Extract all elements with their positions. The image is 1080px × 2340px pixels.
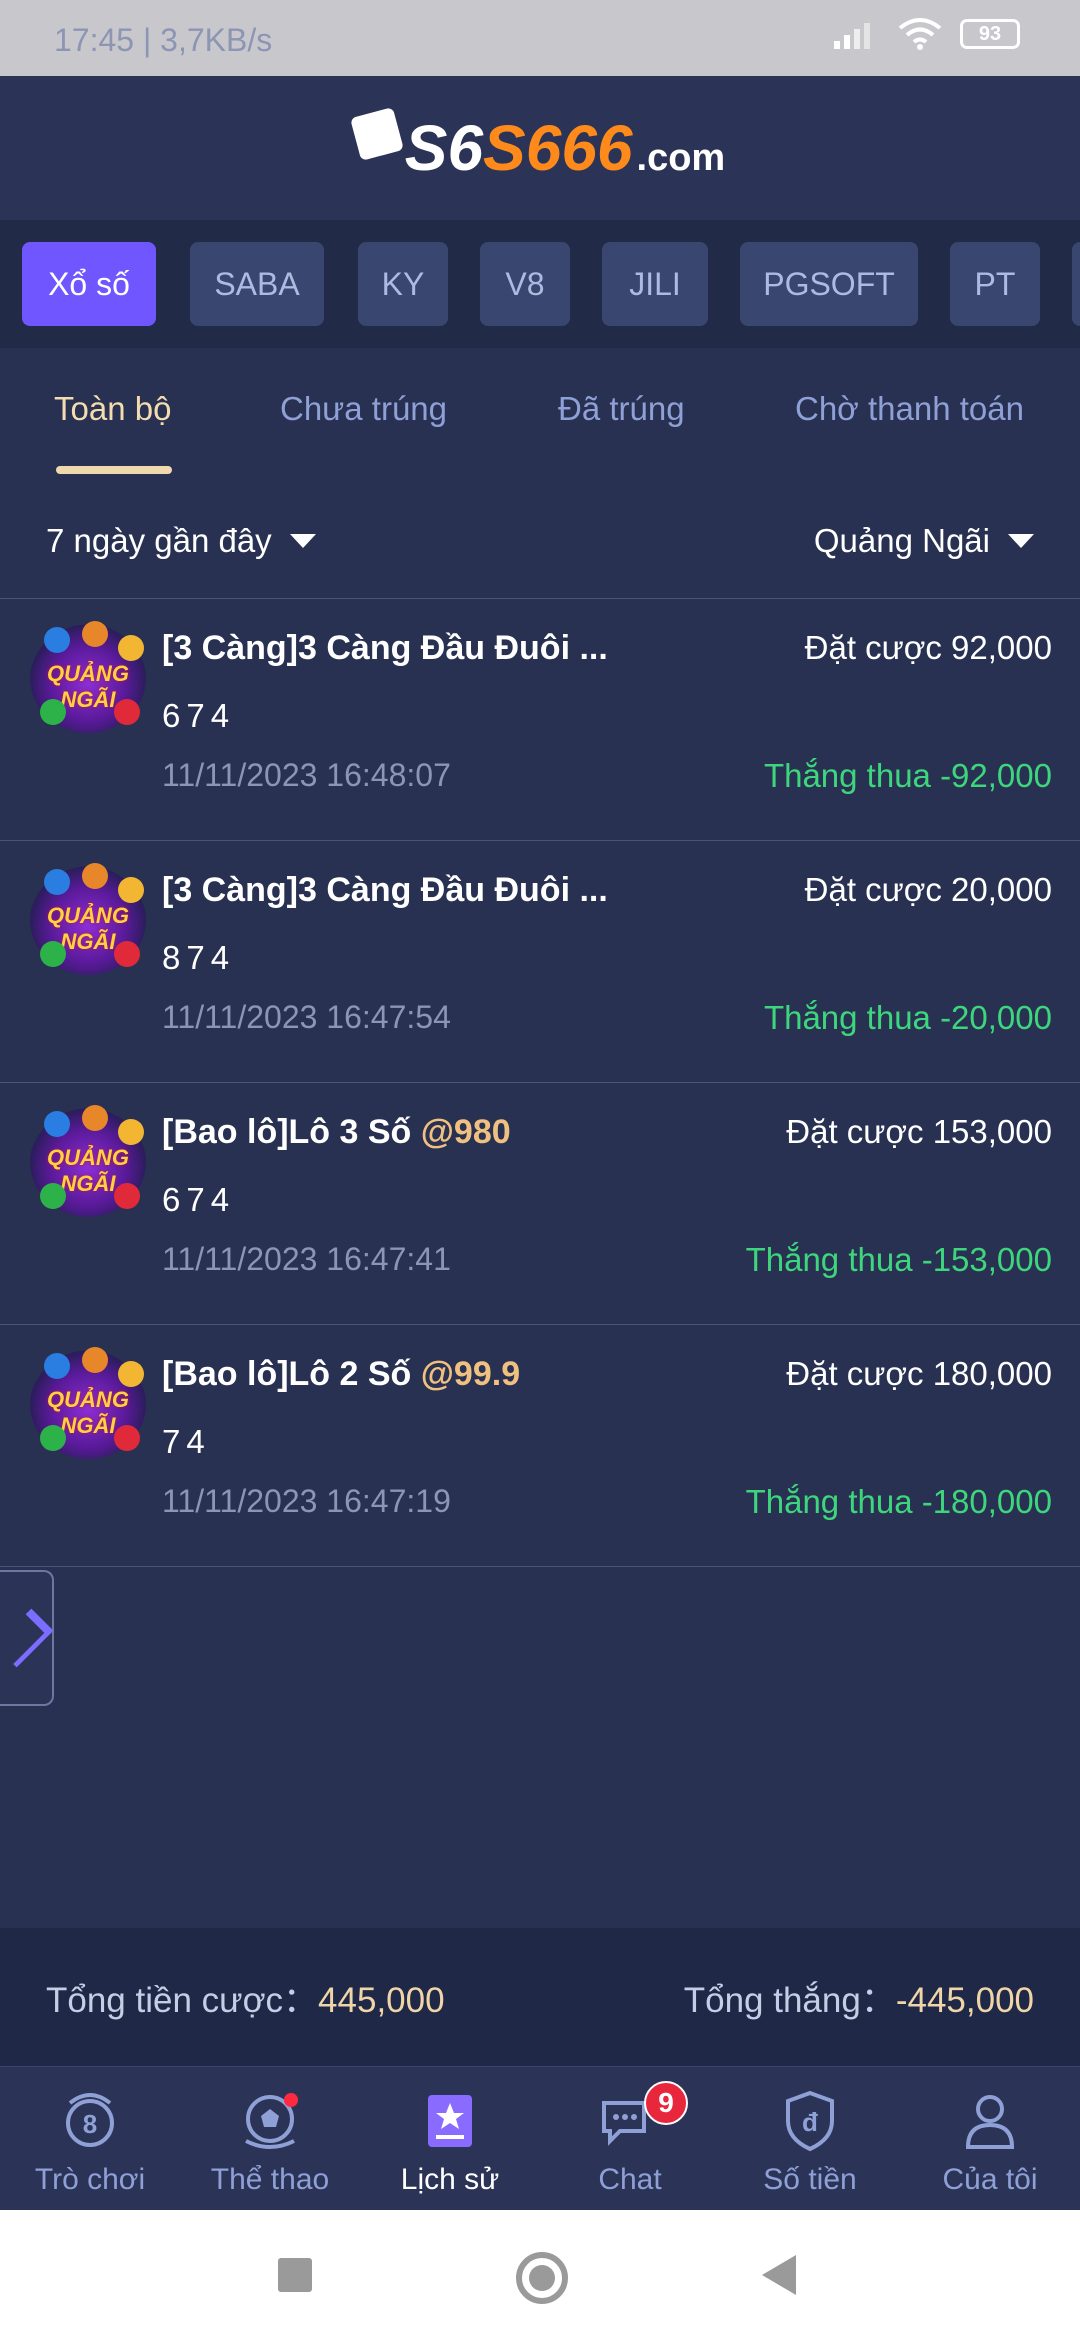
lottery-thumbnail-icon: QUẢNG NGÃI <box>30 621 146 733</box>
provider-tab-v8[interactable]: V8 <box>480 242 570 326</box>
provider-tab-pgsoft[interactable]: PGSOFT <box>740 242 918 326</box>
home-button[interactable] <box>516 2252 568 2304</box>
win-loss: Thắng thua -180,000 <box>745 1483 1052 1520</box>
period-label: 7 ngày gần đây <box>46 522 272 559</box>
total-bet: Tổng tiền cược：445,000 <box>46 1980 445 2020</box>
period-dropdown[interactable]: 7 ngày gần đây <box>46 522 316 560</box>
caret-down-icon <box>1008 534 1034 548</box>
region-label: Quảng Ngãi <box>813 522 990 559</box>
bottom-nav: 8 Trò chơi Thể thao Lịch sử 9 Chat đ Số … <box>0 2066 1080 2211</box>
nav-sports[interactable]: Thể thao <box>180 2067 360 2211</box>
status-bar: 17:45 | 3,7KB/s 93 <box>0 0 1080 76</box>
bet-time: 11/11/2023 16:47:54 <box>162 999 451 1035</box>
bet-row[interactable]: QUẢNG NGÃI [Bao lô]Lô 3 Số @980 674 11/1… <box>0 1083 1080 1325</box>
dice-icon <box>349 107 404 161</box>
nav-wallet[interactable]: đ Số tiền <box>720 2067 900 2211</box>
nav-chat[interactable]: 9 Chat <box>540 2067 720 2211</box>
side-drawer-toggle[interactable] <box>0 1570 54 1706</box>
active-tab-indicator <box>56 466 172 474</box>
tab-pending[interactable]: Chờ thanh toán <box>795 390 1024 428</box>
app-header: S6 S666 .com <box>0 76 1080 221</box>
filter-bar: 7 ngày gần đây Quảng Ngãi <box>0 478 1080 599</box>
battery-icon: 93 <box>960 19 1020 49</box>
signal-icon <box>834 23 870 49</box>
bet-amount: Đặt cược 153,000 <box>786 1113 1052 1150</box>
bet-title: [Bao lô]Lô 3 Số @980 <box>162 1113 511 1151</box>
provider-tab-ky[interactable]: KY <box>358 242 448 326</box>
bet-odds: @99.9 <box>420 1355 521 1393</box>
recents-button[interactable] <box>278 2258 312 2292</box>
status-time: 17:45 | 3,7KB/s <box>54 22 273 58</box>
wifi-icon <box>898 18 942 50</box>
total-win: Tổng thắng：-445,000 <box>683 1980 1034 2020</box>
brand-logo: S6 S666 .com <box>349 107 725 185</box>
notification-dot <box>284 2093 298 2107</box>
history-icon <box>418 2089 482 2153</box>
bet-row[interactable]: QUẢNG NGÃI [3 Càng]3 Càng Đầu Đuôi ... 6… <box>0 599 1080 841</box>
lottery-thumbnail-icon: QUẢNG NGÃI <box>30 1105 146 1217</box>
user-icon <box>958 2089 1022 2153</box>
wallet-shield-icon: đ <box>778 2089 842 2153</box>
nav-profile[interactable]: Của tôi <box>900 2067 1080 2211</box>
win-loss: Thắng thua -20,000 <box>763 999 1052 1036</box>
provider-tab-pt[interactable]: PT <box>950 242 1040 326</box>
chevron-right-icon <box>0 1608 54 1668</box>
bet-numbers: 74 <box>162 1423 211 1460</box>
win-loss: Thắng thua -153,000 <box>745 1241 1052 1278</box>
region-dropdown[interactable]: Quảng Ngãi <box>814 522 1034 560</box>
dragon-icon: 8 <box>58 2089 122 2153</box>
bet-title: [Bao lô]Lô 2 Số @99.9 <box>162 1355 521 1393</box>
chat-unread-badge: 9 <box>644 2081 688 2125</box>
provider-tab-jili[interactable]: JILI <box>602 242 708 326</box>
provider-tab-more[interactable] <box>1072 242 1080 326</box>
provider-tab-xoso[interactable]: Xổ số <box>22 242 156 326</box>
bet-row[interactable]: QUẢNG NGÃI [3 Càng]3 Càng Đầu Đuôi ... 8… <box>0 841 1080 1083</box>
nav-history[interactable]: Lịch sử <box>360 2067 540 2211</box>
svg-text:8: 8 <box>83 2109 97 2139</box>
bet-time: 11/11/2023 16:47:41 <box>162 1241 451 1277</box>
provider-tab-saba[interactable]: SABA <box>190 242 324 326</box>
bet-row[interactable]: QUẢNG NGÃI [Bao lô]Lô 2 Số @99.9 74 11/1… <box>0 1325 1080 1567</box>
caret-down-icon <box>289 534 316 548</box>
bet-amount: Đặt cược 20,000 <box>804 871 1052 908</box>
bet-numbers: 874 <box>162 939 236 976</box>
totals-bar: Tổng tiền cược：445,000 Tổng thắng：-445,0… <box>0 1928 1080 2066</box>
lottery-thumbnail-icon: QUẢNG NGÃI <box>30 1347 146 1459</box>
tab-not-won[interactable]: Chưa trúng <box>280 390 447 428</box>
lottery-thumbnail-icon: QUẢNG NGÃI <box>30 863 146 975</box>
bet-amount: Đặt cược 180,000 <box>786 1355 1052 1392</box>
tab-won[interactable]: Đã trúng <box>558 390 685 428</box>
svg-text:đ: đ <box>802 2107 818 2137</box>
bet-time: 11/11/2023 16:47:19 <box>162 1483 451 1519</box>
provider-tabs: Xổ số SABA KY V8 JILI PGSOFT PT <box>0 220 1080 348</box>
system-nav-bar <box>0 2210 1080 2340</box>
bet-numbers: 674 <box>162 697 236 734</box>
bet-numbers: 674 <box>162 1181 236 1218</box>
bet-amount: Đặt cược 92,000 <box>804 629 1052 666</box>
tab-all[interactable]: Toàn bộ <box>54 390 171 428</box>
back-button[interactable] <box>762 2255 796 2295</box>
bet-time: 11/11/2023 16:48:07 <box>162 757 451 793</box>
status-tabs: Toàn bộ Chưa trúng Đã trúng Chờ thanh to… <box>0 348 1080 478</box>
status-icons: 93 <box>816 18 1020 50</box>
nav-games[interactable]: 8 Trò chơi <box>0 2067 180 2211</box>
win-loss: Thắng thua -92,000 <box>763 757 1052 794</box>
bet-title: [3 Càng]3 Càng Đầu Đuôi ... <box>162 871 608 909</box>
bet-odds: @980 <box>420 1113 511 1151</box>
bet-title: [3 Càng]3 Càng Đầu Đuôi ... <box>162 629 608 667</box>
